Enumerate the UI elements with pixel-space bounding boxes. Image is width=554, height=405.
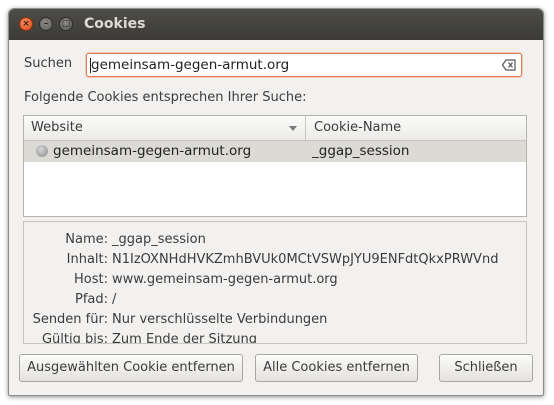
cookies-dialog: × – □ Cookies Suchen gemeinsam-gegen-arm…: [8, 8, 544, 396]
detail-expires-value: Zum Ende der Sitzung: [112, 332, 258, 344]
results-label: Folgende Cookies entsprechen Ihrer Suche…: [24, 90, 307, 105]
detail-host-value: www.gemeinsam-gegen-armut.org: [112, 272, 338, 287]
search-input-value: gemeinsam-gegen-armut.org: [91, 57, 290, 73]
window-title: Cookies: [84, 16, 146, 32]
cookie-list[interactable]: Website Cookie-Name gemeinsam-gegen-armu…: [23, 115, 527, 217]
detail-path-value: /: [112, 292, 117, 307]
remove-all-cookies-button[interactable]: Alle Cookies entfernen: [255, 354, 418, 382]
window-close-icon[interactable]: ×: [19, 17, 33, 31]
list-item-cookie-name: _ggap_session: [312, 143, 410, 159]
list-item[interactable]: gemeinsam-gegen-armut.org _ggap_session: [24, 141, 526, 162]
detail-path-label: Pfad:: [74, 292, 108, 307]
list-header: Website Cookie-Name: [24, 116, 526, 141]
search-input[interactable]: gemeinsam-gegen-armut.org: [86, 53, 522, 77]
column-cookie-name-label: Cookie-Name: [314, 120, 402, 135]
close-button[interactable]: Schließen: [439, 354, 533, 382]
column-cookie-name[interactable]: Cookie-Name: [307, 116, 526, 140]
remove-selected-cookie-button[interactable]: Ausgewählten Cookie entfernen: [19, 354, 243, 382]
sort-down-icon: [289, 126, 297, 131]
detail-name-label: Name:: [65, 232, 108, 247]
column-website-label: Website: [31, 120, 83, 135]
detail-content-value: N1IzOXNHdHVKZmhBVUk0MCtVSWpJYU9ENFdtQkxP…: [112, 252, 499, 267]
detail-send-value: Nur verschlüsselte Verbindungen: [112, 312, 328, 327]
window-maximize-icon[interactable]: □: [59, 17, 73, 31]
detail-content-label: Inhalt:: [66, 252, 108, 267]
detail-name-value: _ggap_session: [112, 232, 206, 247]
window-minimize-icon[interactable]: –: [39, 17, 53, 31]
detail-expires-label: Gültig bis:: [41, 332, 108, 344]
list-item-site: gemeinsam-gegen-armut.org: [53, 143, 252, 159]
clear-search-icon[interactable]: [502, 59, 516, 71]
search-label: Suchen: [24, 56, 73, 71]
detail-send-label: Senden für:: [32, 312, 108, 327]
text-caret: [90, 58, 91, 73]
detail-host-label: Host:: [74, 272, 108, 287]
site-globe-icon: [36, 145, 48, 157]
column-website[interactable]: Website: [24, 116, 306, 140]
cookie-details: Name: _ggap_session Inhalt: N1IzOXNHdHVK…: [23, 221, 527, 344]
title-bar[interactable]: × – □ Cookies: [9, 9, 543, 40]
